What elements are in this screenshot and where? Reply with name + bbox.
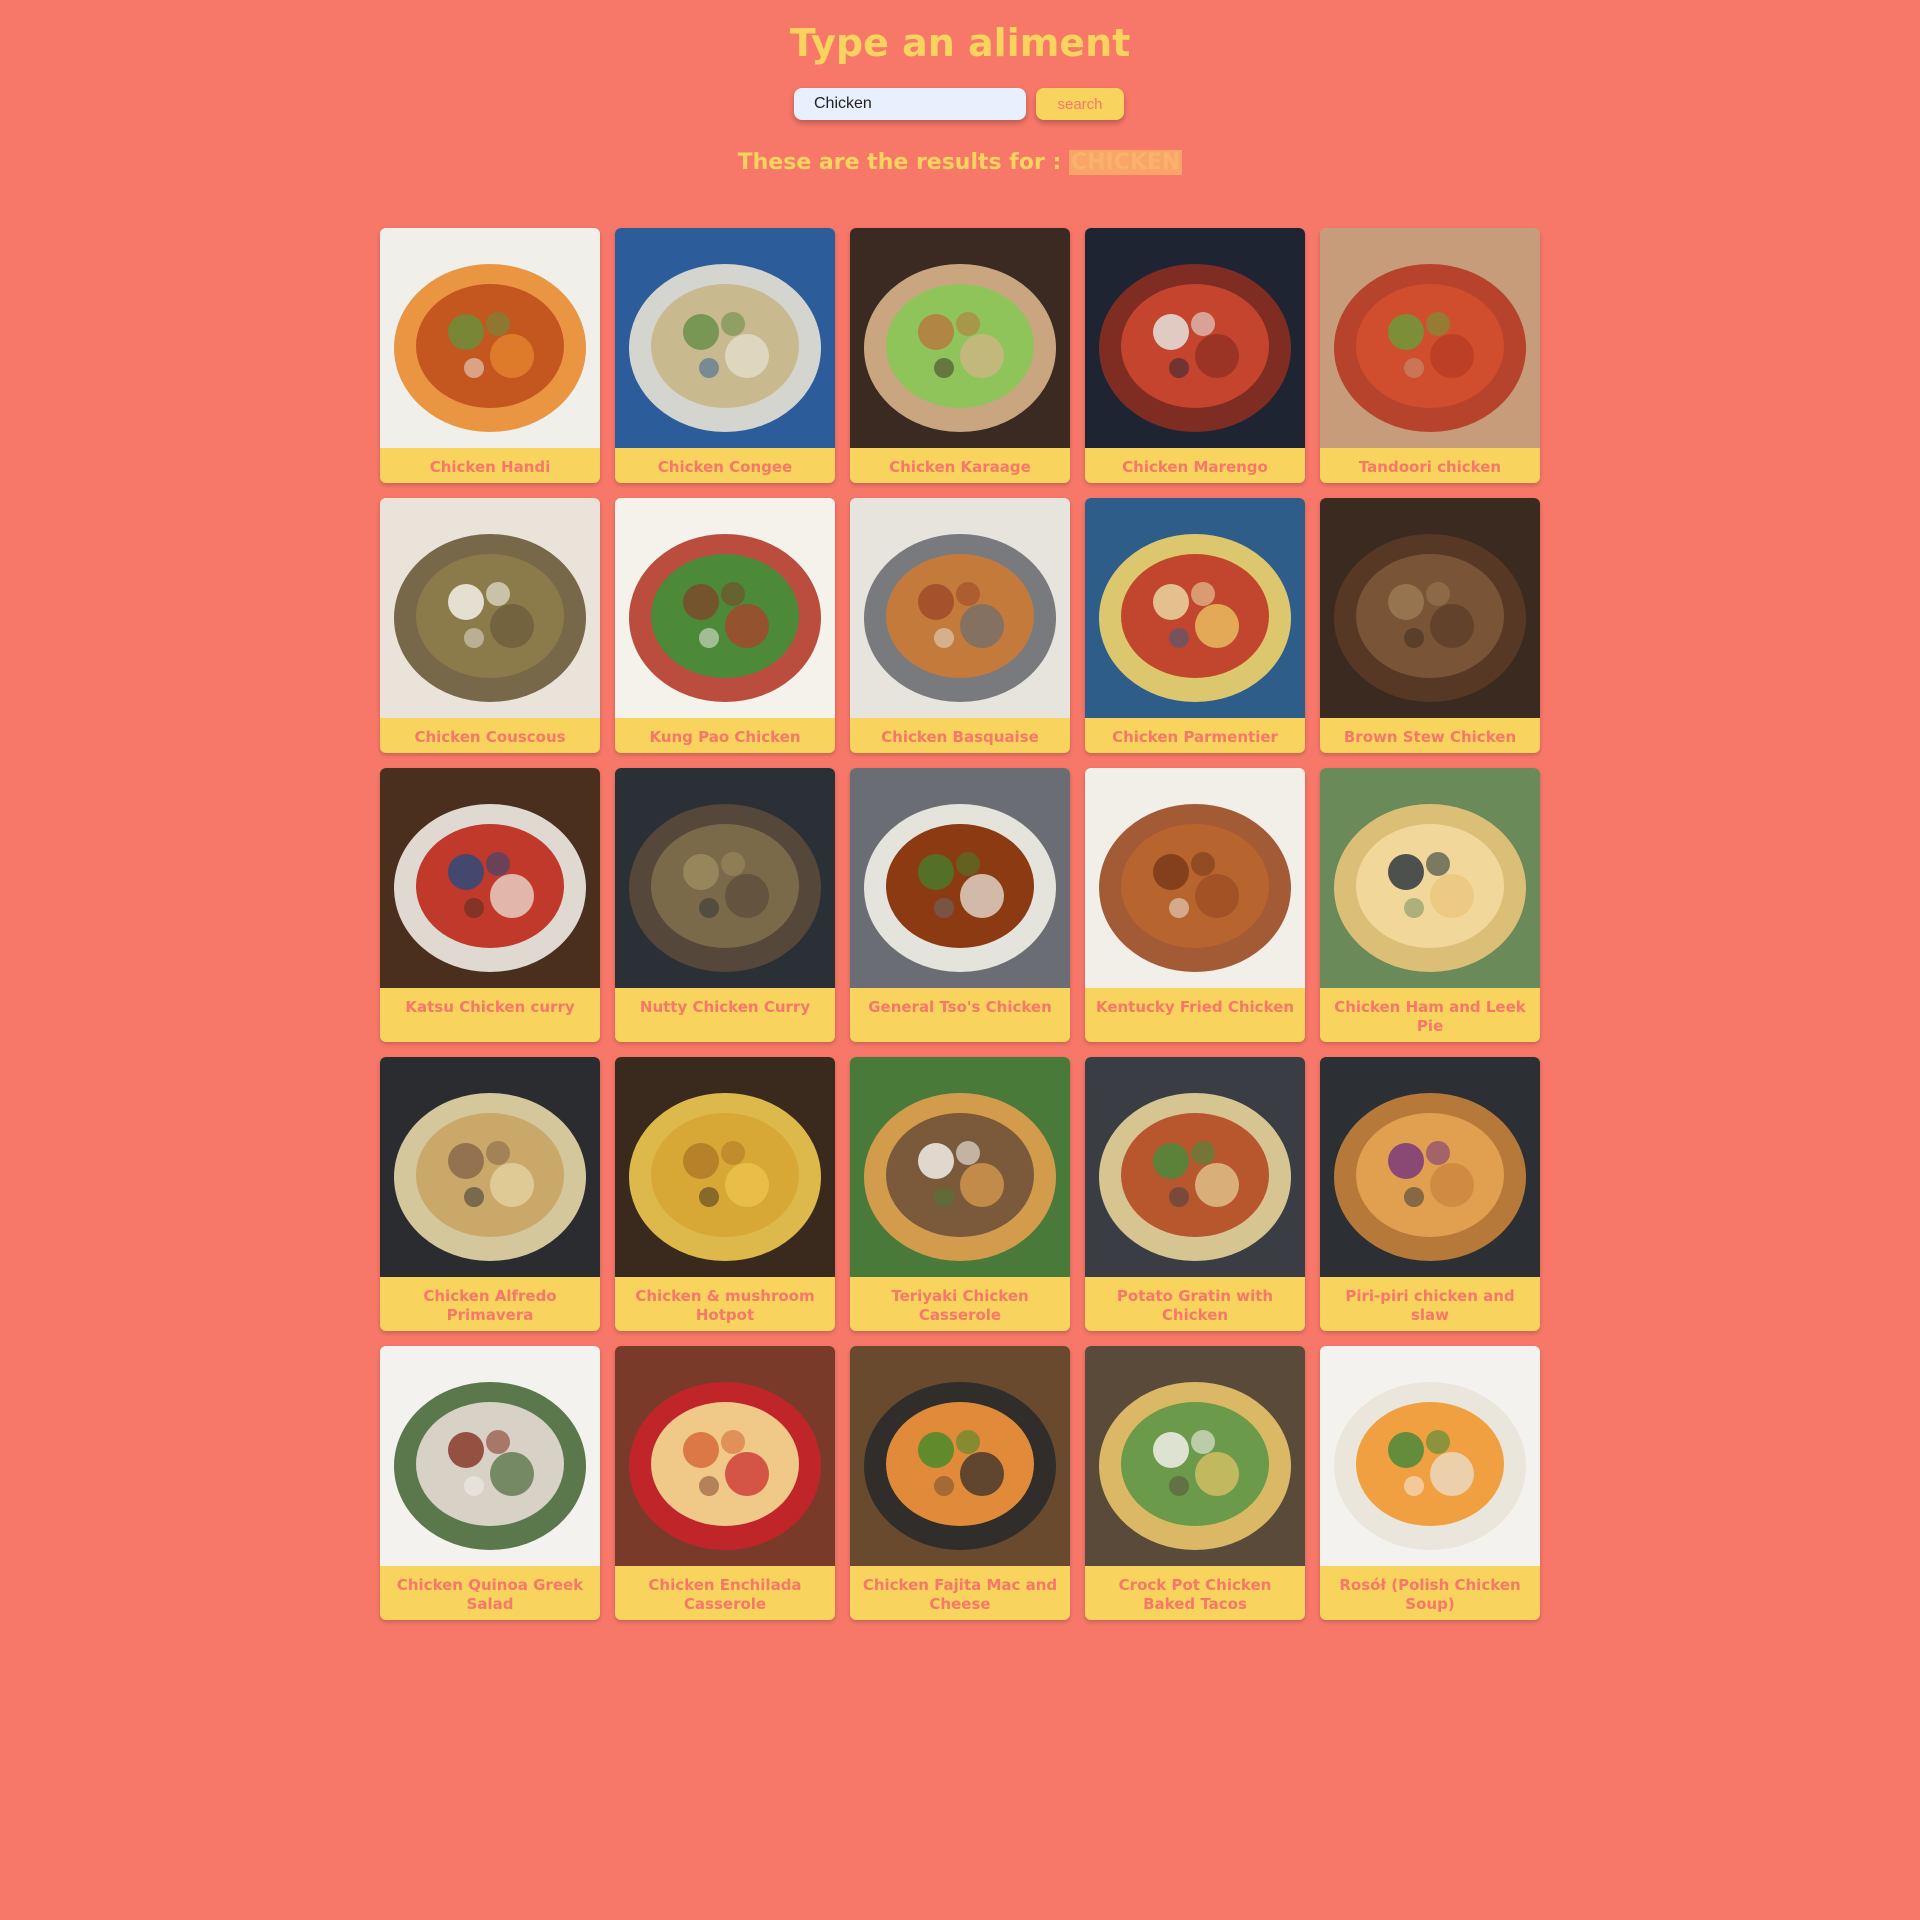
recipe-image: [615, 768, 835, 988]
recipe-title: Crock Pot Chicken Baked Tacos: [1118, 1576, 1272, 1613]
recipe-image: [850, 1346, 1070, 1566]
recipe-image: [1085, 228, 1305, 448]
recipe-image: [850, 498, 1070, 718]
recipe-image: [1320, 228, 1540, 448]
recipe-title: Chicken Fajita Mac and Cheese: [862, 1576, 1058, 1613]
recipe-image: [1320, 498, 1540, 718]
recipe-title: Kung Pao Chicken: [649, 728, 801, 746]
recipe-card[interactable]: Teriyaki Chicken Casserole: [850, 1057, 1070, 1331]
recipe-row: Katsu Chicken curry Nutty Chicken Curry Ge…: [380, 768, 1541, 1042]
recipe-title: Potato Gratin with Chicken: [1116, 1287, 1274, 1324]
recipe-image: [1085, 498, 1305, 718]
recipe-card[interactable]: Kentucky Fried Chicken: [1085, 768, 1305, 1042]
page-title: Type an aliment: [789, 21, 1131, 65]
recipe-card[interactable]: Kung Pao Chicken: [615, 498, 835, 753]
recipe-image: [850, 1057, 1070, 1277]
recipe-row: Chicken Handi Chicken Congee Chicken Karaa…: [380, 228, 1541, 483]
recipe-title: Brown Stew Chicken: [1343, 728, 1517, 746]
recipe-card[interactable]: Chicken Alfredo Primavera: [380, 1057, 600, 1331]
results-heading: These are the results for : CHICKEN: [0, 148, 1920, 178]
recipe-card[interactable]: Chicken Parmentier: [1085, 498, 1305, 753]
results-term: CHICKEN: [1068, 150, 1183, 175]
recipe-card[interactable]: Chicken Enchilada Casserole: [615, 1346, 835, 1620]
recipe-card[interactable]: Chicken Couscous: [380, 498, 600, 753]
search-button[interactable]: search: [1036, 88, 1124, 120]
recipe-image: [1320, 1346, 1540, 1566]
recipe-card[interactable]: Chicken Marengo: [1085, 228, 1305, 483]
recipe-title: Katsu Chicken curry: [405, 998, 575, 1016]
recipe-image: [1320, 1057, 1540, 1277]
recipe-row: Chicken Couscous Kung Pao Chicken Chicken …: [380, 498, 1541, 753]
recipe-card[interactable]: Tandoori chicken: [1320, 228, 1540, 483]
recipe-title: Kentucky Fried Chicken: [1095, 998, 1295, 1016]
recipe-image: [380, 1346, 600, 1566]
recipe-title: Chicken Quinoa Greek Salad: [396, 1576, 584, 1613]
recipe-card[interactable]: Chicken Fajita Mac and Cheese: [850, 1346, 1070, 1620]
recipe-card[interactable]: Chicken Quinoa Greek Salad: [380, 1346, 600, 1620]
recipe-image: [380, 228, 600, 448]
recipe-image: [1085, 1346, 1305, 1566]
recipe-card[interactable]: General Tso's Chicken: [850, 768, 1070, 1042]
recipe-card[interactable]: Chicken Congee: [615, 228, 835, 483]
recipe-card[interactable]: Chicken & mushroom Hotpot: [615, 1057, 835, 1331]
recipe-card[interactable]: Crock Pot Chicken Baked Tacos: [1085, 1346, 1305, 1620]
recipe-title: Chicken Handi: [429, 458, 551, 476]
recipe-title: General Tso's Chicken: [868, 998, 1052, 1016]
recipe-image: [850, 228, 1070, 448]
recipe-image: [1085, 1057, 1305, 1277]
recipe-title: Piri-piri chicken and slaw: [1345, 1287, 1515, 1324]
recipe-title: Chicken Alfredo Primavera: [423, 1287, 557, 1324]
recipe-title: Chicken & mushroom Hotpot: [635, 1287, 815, 1324]
recipe-row: Chicken Alfredo Primavera Chicken & mushr…: [380, 1057, 1541, 1331]
results-label: These are the results for :: [737, 150, 1062, 175]
recipe-card[interactable]: Chicken Ham and Leek Pie: [1320, 768, 1540, 1042]
recipe-card[interactable]: Brown Stew Chicken: [1320, 498, 1540, 753]
recipe-card[interactable]: Rosół (Polish Chicken Soup): [1320, 1346, 1540, 1620]
recipe-image: [615, 498, 835, 718]
search-bar: search: [794, 88, 1124, 120]
recipe-card[interactable]: Chicken Karaage: [850, 228, 1070, 483]
recipe-image: [380, 768, 600, 988]
recipe-image: [850, 768, 1070, 988]
recipe-row: Chicken Quinoa Greek Salad Chicken Enchil…: [380, 1346, 1541, 1620]
recipe-title: Tandoori chicken: [1358, 458, 1502, 476]
recipe-title: Chicken Enchilada Casserole: [648, 1576, 802, 1613]
search-input[interactable]: [794, 88, 1026, 120]
recipe-card[interactable]: Chicken Handi: [380, 228, 600, 483]
recipe-title: Chicken Congee: [657, 458, 793, 476]
recipe-card[interactable]: Piri-piri chicken and slaw: [1320, 1057, 1540, 1331]
recipe-image: [615, 228, 835, 448]
recipe-card[interactable]: Katsu Chicken curry: [380, 768, 600, 1042]
recipe-title: Chicken Ham and Leek Pie: [1334, 998, 1526, 1035]
recipe-title: Rosół (Polish Chicken Soup): [1339, 1576, 1521, 1613]
recipe-grid: Chicken Handi Chicken Congee Chicken Karaa…: [380, 228, 1541, 1635]
recipe-title: Chicken Karaage: [889, 458, 1031, 476]
recipe-title: Teriyaki Chicken Casserole: [891, 1287, 1029, 1324]
recipe-image: [615, 1346, 835, 1566]
recipe-title: Chicken Parmentier: [1112, 728, 1278, 746]
recipe-title: Chicken Basquaise: [881, 728, 1039, 746]
recipe-card[interactable]: Nutty Chicken Curry: [615, 768, 835, 1042]
recipe-image: [380, 1057, 600, 1277]
recipe-image: [1320, 768, 1540, 988]
recipe-image: [1085, 768, 1305, 988]
recipe-title: Nutty Chicken Curry: [639, 998, 811, 1016]
recipe-title: Chicken Marengo: [1122, 458, 1268, 476]
recipe-card[interactable]: Potato Gratin with Chicken: [1085, 1057, 1305, 1331]
recipe-title: Chicken Couscous: [414, 728, 566, 746]
recipe-image: [615, 1057, 835, 1277]
recipe-card[interactable]: Chicken Basquaise: [850, 498, 1070, 753]
recipe-image: [380, 498, 600, 718]
